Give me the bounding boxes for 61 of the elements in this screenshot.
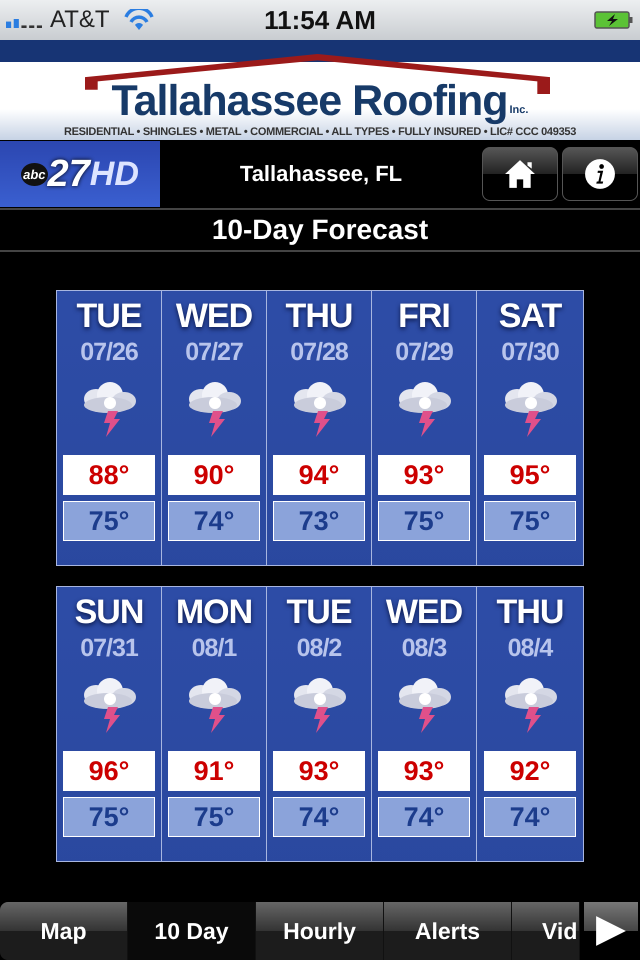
high-temperature: 88° [63, 455, 155, 495]
carrier-name: AT&T [50, 6, 110, 34]
ad-banner[interactable]: Tallahassee Roofing Inc. RESIDENTIAL • SHINGLES • METAL • COMMERCIAL • ALL TYPES • FULLY INSURED • LIC# CCC 049353 [0, 40, 640, 140]
day-label: FRI [398, 297, 450, 336]
date-label: 07/29 [395, 338, 453, 367]
day-label: WED [386, 593, 462, 632]
info-button[interactable] [562, 147, 638, 201]
low-temperature: 75° [168, 797, 260, 837]
high-temperature: 95° [484, 455, 576, 495]
signal-icon [6, 18, 42, 28]
tab[interactable]: 10 Day [128, 902, 256, 960]
day-label: THU [286, 297, 352, 336]
low-temperature: 74° [484, 797, 576, 837]
date-label: 08/3 [402, 634, 446, 663]
high-temperature: 90° [168, 455, 260, 495]
battery-icon [594, 10, 634, 30]
tab[interactable]: Alerts [384, 902, 512, 960]
tab[interactable]: Vid [512, 902, 580, 960]
day-label: TUE [76, 297, 142, 336]
banner-tagline: RESIDENTIAL • SHINGLES • METAL • COMMERCIAL • ALL TYPES • FULLY INSURED • LIC# CCC 049353 [64, 126, 576, 138]
day-label: THU [496, 593, 564, 632]
high-temperature: 94° [273, 455, 365, 495]
low-temperature: 75° [63, 501, 155, 541]
home-button[interactable] [482, 147, 558, 201]
high-temperature: 93° [378, 455, 470, 495]
page-title: 10-Day Forecast [0, 210, 640, 252]
low-temperature: 75° [63, 797, 155, 837]
wifi-icon [124, 9, 154, 31]
day-label: TUE [286, 593, 352, 632]
day-label: SAT [498, 297, 562, 336]
company-name: Tallahassee Roofing [112, 78, 508, 124]
date-label: 08/2 [296, 634, 342, 663]
info-icon [584, 158, 616, 190]
company-suffix: Inc. [510, 104, 528, 116]
day-label: MON [176, 593, 252, 632]
day-label: SUN [74, 593, 144, 632]
date-label: 07/30 [501, 338, 559, 367]
date-label: 07/28 [290, 338, 348, 367]
date-label: 07/27 [185, 338, 243, 367]
location-label: Tallahassee, FL [238, 161, 404, 187]
tab[interactable]: Map [0, 902, 128, 960]
date-label: 08/1 [192, 634, 236, 663]
date-label: 08/4 [508, 634, 552, 663]
low-temperature: 75° [378, 501, 470, 541]
low-temperature: 74° [273, 797, 365, 837]
low-temperature: 75° [484, 501, 576, 541]
play-arrow-icon [594, 914, 628, 948]
low-temperature: 73° [273, 501, 365, 541]
date-label: 07/26 [80, 338, 138, 367]
date-label: 07/31 [80, 634, 138, 663]
high-temperature: 92° [484, 751, 576, 791]
day-label: WED [176, 297, 252, 336]
low-temperature: 74° [168, 501, 260, 541]
high-temperature: 93° [273, 751, 365, 791]
low-temperature: 74° [378, 797, 470, 837]
home-icon [504, 158, 536, 190]
high-temperature: 91° [168, 751, 260, 791]
high-temperature: 93° [378, 751, 470, 791]
tab[interactable]: Hourly [256, 902, 384, 960]
clock-time: 11:54 AM [264, 4, 376, 36]
high-temperature: 96° [63, 751, 155, 791]
